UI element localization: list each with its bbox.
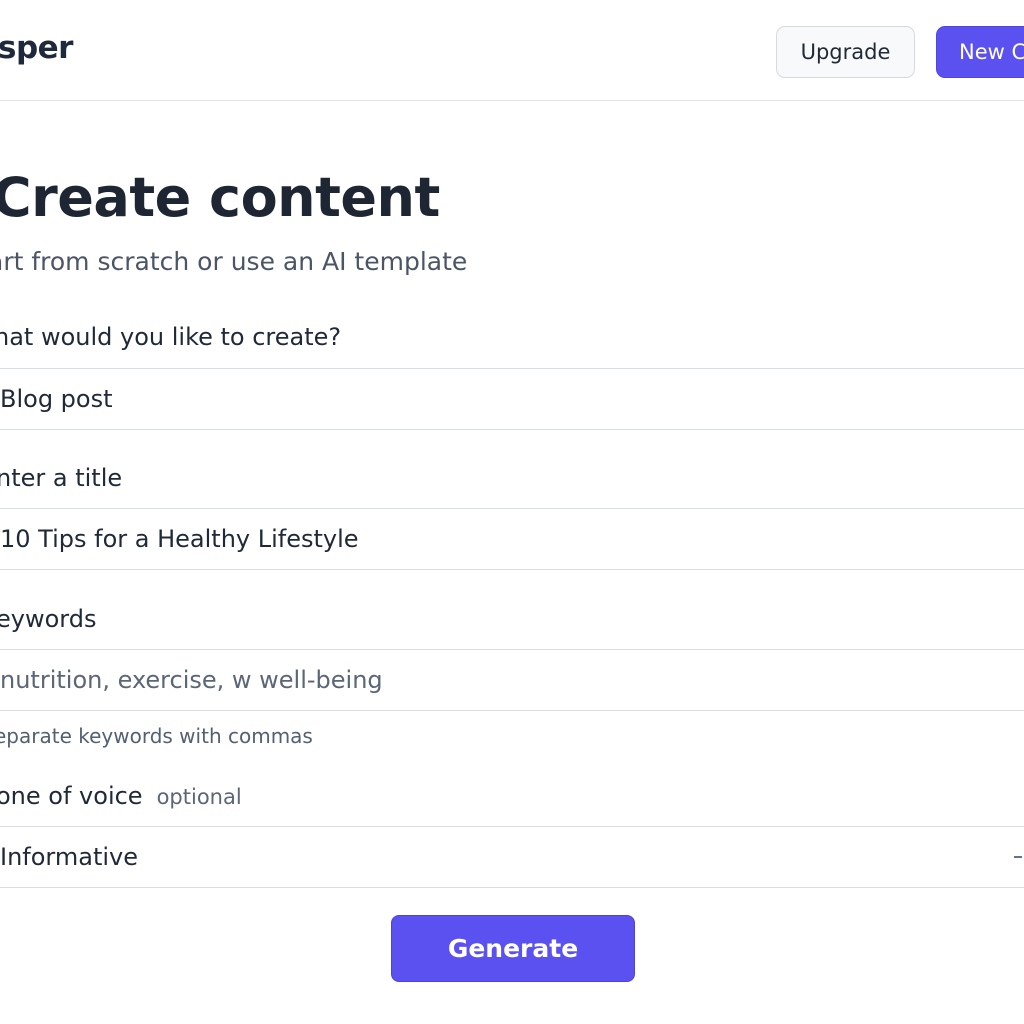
optional-tag: optional [156, 785, 242, 809]
tone-label: one of voice optional [0, 782, 242, 810]
new-button-clip: New C [936, 26, 1024, 78]
create-content-page: sper Upgrade New C Create content art fr… [0, 0, 1024, 1024]
keywords-helper-text: eparate keywords with commas [0, 724, 313, 748]
upgrade-button[interactable]: Upgrade [776, 26, 915, 78]
keywords-input[interactable]: nutrition, exercise, w well-being [0, 649, 1024, 711]
tone-select[interactable]: Informative [0, 826, 1024, 888]
new-content-button[interactable]: New C [936, 26, 1024, 78]
page-subtitle: art from scratch or use an AI template [0, 247, 468, 276]
tone-label-text: one of voice [0, 782, 143, 810]
content-type-label: hat would you like to create? [0, 323, 342, 351]
generate-button[interactable]: Generate [391, 915, 635, 982]
page-title: Create content [0, 166, 440, 229]
title-label: nter a title [0, 464, 123, 492]
keywords-label: eywords [0, 605, 97, 633]
title-input[interactable]: 10 Tips for a Healthy Lifestyle [0, 508, 1024, 570]
chevron-down-icon [1014, 856, 1022, 858]
top-header: sper Upgrade New C [0, 0, 1024, 101]
brand-logo[interactable]: sper [0, 30, 73, 66]
content-type-select[interactable]: Blog post [0, 368, 1024, 430]
tone-select-value: Informative [0, 843, 138, 871]
